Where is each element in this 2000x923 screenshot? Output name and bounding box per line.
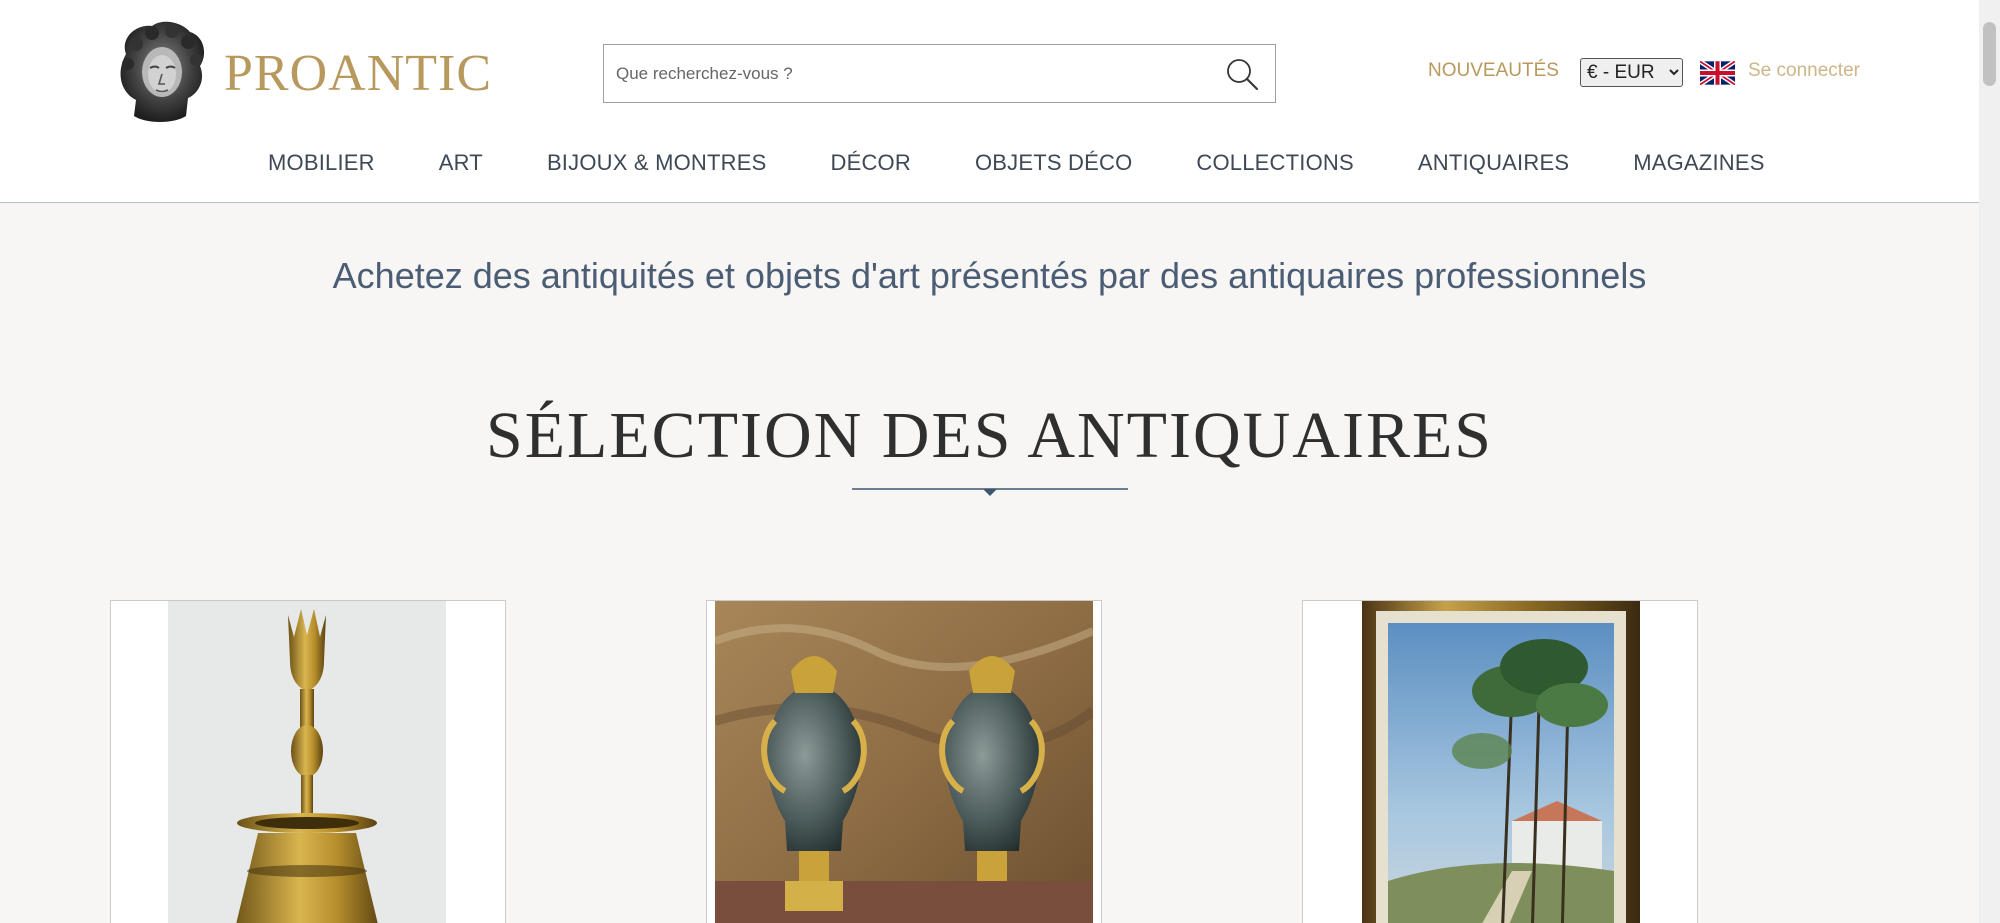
logo-bust-icon[interactable] (112, 20, 208, 124)
product-image-vases[interactable] (715, 601, 1093, 923)
uk-flag-icon[interactable] (1700, 61, 1735, 85)
nav-item-collections[interactable]: COLLECTIONS (1196, 150, 1353, 176)
nav-item-art[interactable]: ART (439, 150, 483, 176)
product-card-painting[interactable] (1302, 600, 1698, 923)
product-image-painting[interactable] (1362, 601, 1640, 923)
site-header: PROANTIC NOUVEAUTÉS € - EUR Se connecter… (0, 0, 1979, 203)
nouveautes-link[interactable]: NOUVEAUTÉS (1428, 60, 1559, 82)
logo-text[interactable]: PROANTIC (224, 44, 492, 103)
product-card-candlestick[interactable] (110, 600, 506, 923)
nav-item-antiquaires[interactable]: ANTIQUAIRES (1418, 150, 1569, 176)
nav-item-decor[interactable]: DÉCOR (831, 150, 911, 176)
nav-item-objets-deco[interactable]: OBJETS DÉCO (975, 150, 1132, 176)
search-icon[interactable] (1225, 57, 1259, 91)
nav-item-magazines[interactable]: MAGAZINES (1633, 150, 1764, 176)
tagline: Achetez des antiquités et objets d'art p… (332, 255, 1647, 296)
nav-item-mobilier[interactable]: MOBILIER (268, 150, 375, 176)
section-title: SÉLECTION DES ANTIQUAIRES (486, 399, 1493, 472)
product-image-candlestick[interactable] (168, 601, 446, 923)
search-box (603, 44, 1276, 103)
scrollbar[interactable] (1979, 0, 2000, 923)
login-link[interactable]: Se connecter (1748, 60, 1860, 82)
product-card-vases[interactable] (706, 600, 1102, 923)
main-nav: MOBILIER ART BIJOUX & MONTRES DÉCOR OBJE… (268, 150, 1765, 176)
search-input[interactable] (616, 45, 1196, 102)
title-divider (852, 488, 1128, 496)
nav-item-bijoux-montres[interactable]: BIJOUX & MONTRES (547, 150, 767, 176)
scrollbar-thumb[interactable] (1983, 22, 1996, 86)
currency-select[interactable]: € - EUR (1580, 58, 1683, 87)
